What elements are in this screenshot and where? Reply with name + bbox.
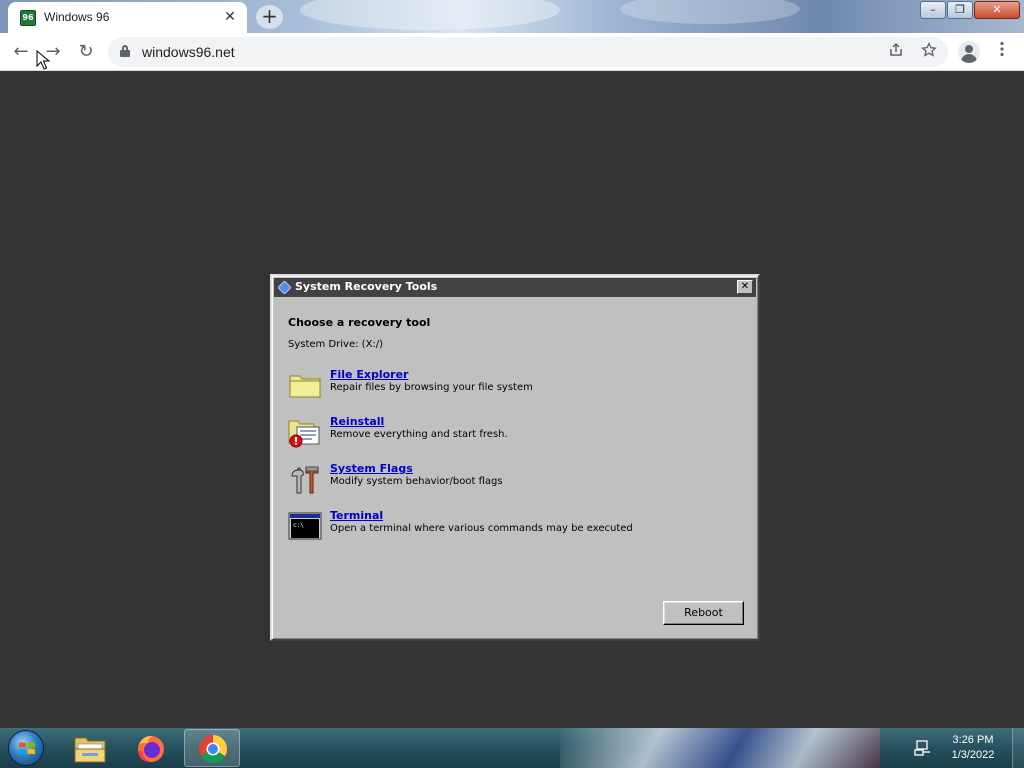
- browser-tab[interactable]: 96 Windows 96 ✕: [8, 2, 247, 33]
- star-icon[interactable]: [919, 41, 939, 62]
- lock-icon[interactable]: [120, 45, 130, 57]
- close-window-button[interactable]: ✕: [974, 1, 1020, 19]
- clock-time: 3:26 PM: [952, 734, 994, 746]
- terminal-link[interactable]: Terminal: [330, 509, 383, 522]
- tool-system-flags: System Flags Modify system behavior/boot…: [288, 462, 728, 498]
- wallpaper-strip: [560, 728, 880, 768]
- start-button[interactable]: [8, 730, 44, 766]
- url-text[interactable]: windows96.net: [142, 44, 235, 60]
- reinstall-link[interactable]: Reinstall: [330, 415, 384, 428]
- chrome-icon: [199, 735, 227, 763]
- dialog-close-button[interactable]: ✕: [737, 280, 753, 294]
- svg-text:c:\: c:\: [293, 522, 304, 529]
- terminal-icon[interactable]: c:\: [288, 509, 322, 543]
- show-desktop-button[interactable]: [1012, 728, 1024, 768]
- browser-tab-strip: 96 Windows 96 ✕ + – ❐ ✕: [0, 0, 1024, 33]
- reboot-button[interactable]: Reboot: [663, 601, 744, 625]
- file-explorer-link[interactable]: File Explorer: [330, 368, 408, 381]
- taskbar: 3:26 PM 1/3/2022: [0, 728, 1024, 768]
- file-explorer-icon: [74, 737, 106, 763]
- system-flags-description: Modify system behavior/boot flags: [330, 476, 503, 487]
- tool-reinstall: Reinstall Remove everything and start fr…: [288, 415, 728, 451]
- windows-logo-icon: [19, 742, 35, 755]
- reload-button[interactable]: ↻: [75, 41, 97, 63]
- terminal-description: Open a terminal where various commands m…: [330, 523, 633, 534]
- tab-close-icon[interactable]: ✕: [221, 8, 239, 26]
- system-clock[interactable]: 3:26 PM 1/3/2022: [940, 733, 1006, 763]
- wallpaper-cloud: [620, 0, 800, 24]
- minimize-button[interactable]: –: [920, 1, 946, 19]
- window-controls: – ❐ ✕: [919, 1, 1020, 19]
- firefox-icon: [138, 735, 164, 762]
- system-drive-label: System Drive: (X:/): [288, 339, 384, 350]
- taskbar-chrome[interactable]: [184, 729, 240, 767]
- maximize-button[interactable]: ❐: [947, 1, 973, 19]
- tool-file-explorer: File Explorer Repair files by browsing y…: [288, 368, 728, 404]
- mouse-cursor-icon: [36, 50, 50, 70]
- tab-title: Windows 96: [44, 10, 110, 24]
- profile-icon[interactable]: [958, 41, 980, 63]
- tool-terminal: c:\ Terminal Open a terminal where vario…: [288, 509, 728, 545]
- new-tab-button[interactable]: +: [256, 5, 283, 29]
- wallpaper-cloud: [300, 0, 560, 30]
- dialog-title: System Recovery Tools: [295, 280, 438, 293]
- address-bar[interactable]: windows96.net: [108, 37, 948, 67]
- tools-icon[interactable]: [288, 462, 322, 496]
- network-icon[interactable]: [914, 740, 932, 756]
- clock-date: 1/3/2022: [951, 749, 995, 761]
- file-explorer-description: Repair files by browsing your file syste…: [330, 382, 533, 393]
- folder-icon[interactable]: [288, 368, 322, 402]
- reinstall-icon[interactable]: [288, 415, 322, 449]
- diamond-icon: [278, 281, 291, 294]
- reinstall-description: Remove everything and start fresh.: [330, 429, 508, 440]
- taskbar-file-explorer[interactable]: [62, 729, 118, 767]
- dialog-title-bar[interactable]: System Recovery Tools ✕: [274, 278, 756, 297]
- windows96-favicon-icon: 96: [20, 10, 36, 26]
- recovery-dialog: System Recovery Tools ✕ Choose a recover…: [270, 274, 760, 641]
- dialog-heading: Choose a recovery tool: [288, 316, 431, 329]
- back-button[interactable]: ←: [10, 41, 32, 63]
- menu-icon[interactable]: [992, 41, 1012, 63]
- browser-toolbar: ← → ↻ windows96.net: [0, 33, 1024, 71]
- system-flags-link[interactable]: System Flags: [330, 462, 413, 475]
- taskbar-firefox[interactable]: [123, 729, 179, 767]
- share-icon[interactable]: [886, 42, 906, 62]
